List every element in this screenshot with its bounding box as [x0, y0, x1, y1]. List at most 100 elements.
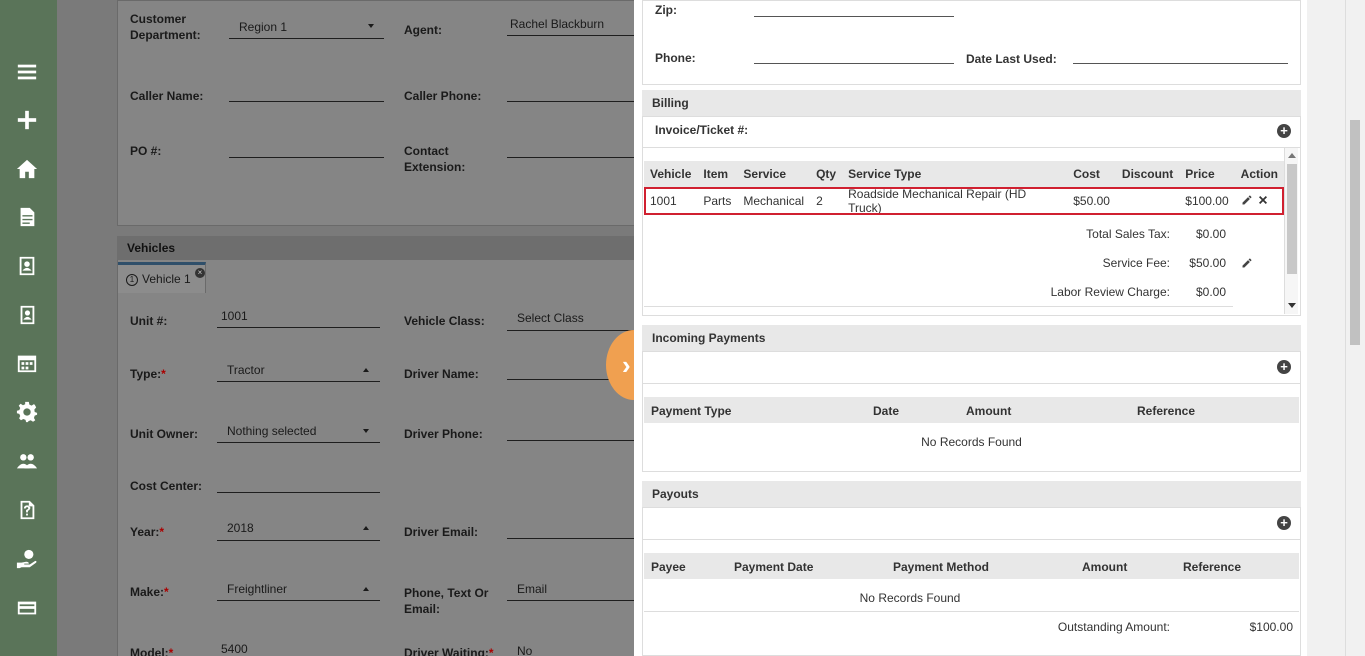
cell-cost: $50.00 [1073, 194, 1110, 208]
cell-discount [1116, 187, 1179, 215]
contact-extension-input[interactable] [507, 157, 634, 158]
service-fee-label: Service Fee: [1102, 256, 1170, 270]
add-billing-item-icon[interactable]: + [1277, 124, 1291, 138]
caller-phone-input[interactable] [507, 101, 634, 102]
date-last-used-label: Date Last Used: [966, 52, 1057, 66]
driver-waiting-value: No [517, 644, 533, 656]
cell-vehicle: 1001 [650, 194, 677, 208]
col-amount: Amount [966, 404, 1012, 418]
date-last-used-input[interactable] [1073, 63, 1288, 64]
gear-icon[interactable] [14, 399, 40, 425]
caller-name-input[interactable] [229, 101, 384, 102]
delete-x-icon[interactable] [1257, 194, 1271, 208]
type-value: Tractor [227, 363, 265, 377]
billing-scrollbar-thumb[interactable] [1287, 164, 1297, 274]
page-scrollbar-area [1307, 0, 1365, 656]
outstanding-amount-value: $100.00 [1249, 620, 1293, 634]
phone-input[interactable] [754, 63, 954, 64]
divider [644, 611, 1299, 612]
edit-service-fee-icon[interactable] [1241, 257, 1253, 269]
caller-phone-label: Caller Phone: [404, 89, 482, 103]
col-payment-type: Payment Type [651, 404, 732, 418]
unit-label: Unit #: [130, 314, 168, 328]
phone-text-email-label: Phone, Text Or Email: [404, 586, 489, 616]
unit-input[interactable] [217, 327, 380, 328]
agent-label: Agent: [404, 23, 442, 37]
calendar-icon[interactable] [14, 350, 40, 376]
cell-action [1235, 187, 1284, 215]
incoming-payments-header: Incoming Payments [642, 325, 1301, 351]
zip-label: Zip: [655, 3, 677, 17]
col-service-type: Service Type [848, 167, 922, 181]
contact-card-icon[interactable] [14, 253, 40, 279]
chevron-up-icon [363, 368, 369, 372]
chevron-down-icon [368, 24, 374, 28]
address-book-icon[interactable] [14, 302, 40, 328]
outstanding-amount-label: Outstanding Amount: [1057, 620, 1170, 634]
close-icon[interactable]: × [195, 268, 205, 278]
model-value: 5400 [221, 642, 248, 656]
location-section [642, 0, 1301, 85]
customer-department-select[interactable] [229, 38, 384, 39]
cell-qty: 2 [816, 194, 823, 208]
menu-icon[interactable] [14, 59, 40, 85]
labor-review-charge-value: $0.00 [1195, 285, 1226, 299]
cost-center-input[interactable] [217, 492, 380, 493]
zip-input[interactable] [754, 16, 954, 17]
col-action: Action [1240, 167, 1278, 181]
caller-name-label: Caller Name: [130, 89, 204, 103]
add-payout-icon[interactable]: + [1277, 516, 1291, 530]
users-icon[interactable] [14, 448, 40, 474]
col-cost: Cost [1073, 167, 1100, 181]
col-price: Price [1185, 167, 1215, 181]
billing-scrollbar[interactable] [1284, 148, 1298, 314]
model-label: Model:* [130, 646, 174, 656]
scroll-up-icon[interactable] [1288, 153, 1296, 158]
billing-table: Vehicle Item Service Qty Service Type Co… [644, 161, 1284, 215]
unit-owner-select[interactable] [217, 442, 380, 443]
document-icon[interactable] [14, 204, 40, 230]
phone-text-email-value: Email [517, 582, 548, 596]
col-date: Date [873, 404, 900, 418]
credit-card-icon[interactable] [14, 595, 40, 621]
plus-icon[interactable] [14, 107, 40, 133]
chevron-up-icon [363, 526, 369, 530]
no-records-text: No Records Found [921, 435, 1022, 449]
divider [643, 147, 1300, 148]
add-incoming-payment-icon[interactable]: + [1277, 360, 1291, 374]
agent-field[interactable] [507, 35, 634, 36]
vehicle-class-select[interactable] [507, 330, 634, 331]
phone-text-email-select[interactable] [507, 600, 634, 601]
driver-phone-input[interactable] [507, 440, 634, 441]
scroll-down-icon[interactable] [1288, 303, 1296, 308]
tab-vehicle-1[interactable]: 1 Vehicle 1 [118, 262, 206, 293]
phone-label: Phone: [655, 51, 696, 65]
invoice-ticket-label: Invoice/Ticket #: [655, 123, 749, 137]
cost-center-label: Cost Center: [130, 479, 203, 493]
help-document-icon[interactable] [14, 497, 40, 523]
page-scrollbar-thumb[interactable] [1350, 120, 1360, 345]
type-select[interactable] [217, 381, 380, 382]
divider [643, 539, 1300, 540]
driver-email-input[interactable] [507, 538, 634, 539]
cell-item: Parts [703, 194, 732, 208]
col-payment-method: Payment Method [893, 560, 990, 574]
col-payment-date: Payment Date [734, 560, 814, 574]
year-select[interactable] [217, 540, 380, 541]
payment-hand-icon[interactable] [14, 546, 40, 572]
cell-service-type: Roadside Mechanical Repair (HD Truck) [848, 187, 1027, 215]
chevron-down-icon [363, 429, 369, 433]
type-label: Type:* [130, 367, 166, 381]
cell-service: Mechanical [743, 194, 805, 208]
col-payee: Payee [651, 560, 686, 574]
po-input[interactable] [229, 157, 384, 158]
edit-pencil-icon[interactable] [1241, 194, 1253, 206]
no-records-text: No Records Found [859, 591, 961, 605]
make-value: Freightliner [227, 582, 288, 596]
home-icon[interactable] [14, 156, 40, 182]
vehicles-header: Vehicles [117, 236, 637, 260]
table-row[interactable]: 1001 Parts Mechanical 2 Roadside Mechani… [644, 187, 1284, 215]
agent-value: Rachel Blackburn [510, 17, 605, 31]
po-label: PO #: [130, 144, 162, 158]
make-select[interactable] [217, 600, 380, 601]
